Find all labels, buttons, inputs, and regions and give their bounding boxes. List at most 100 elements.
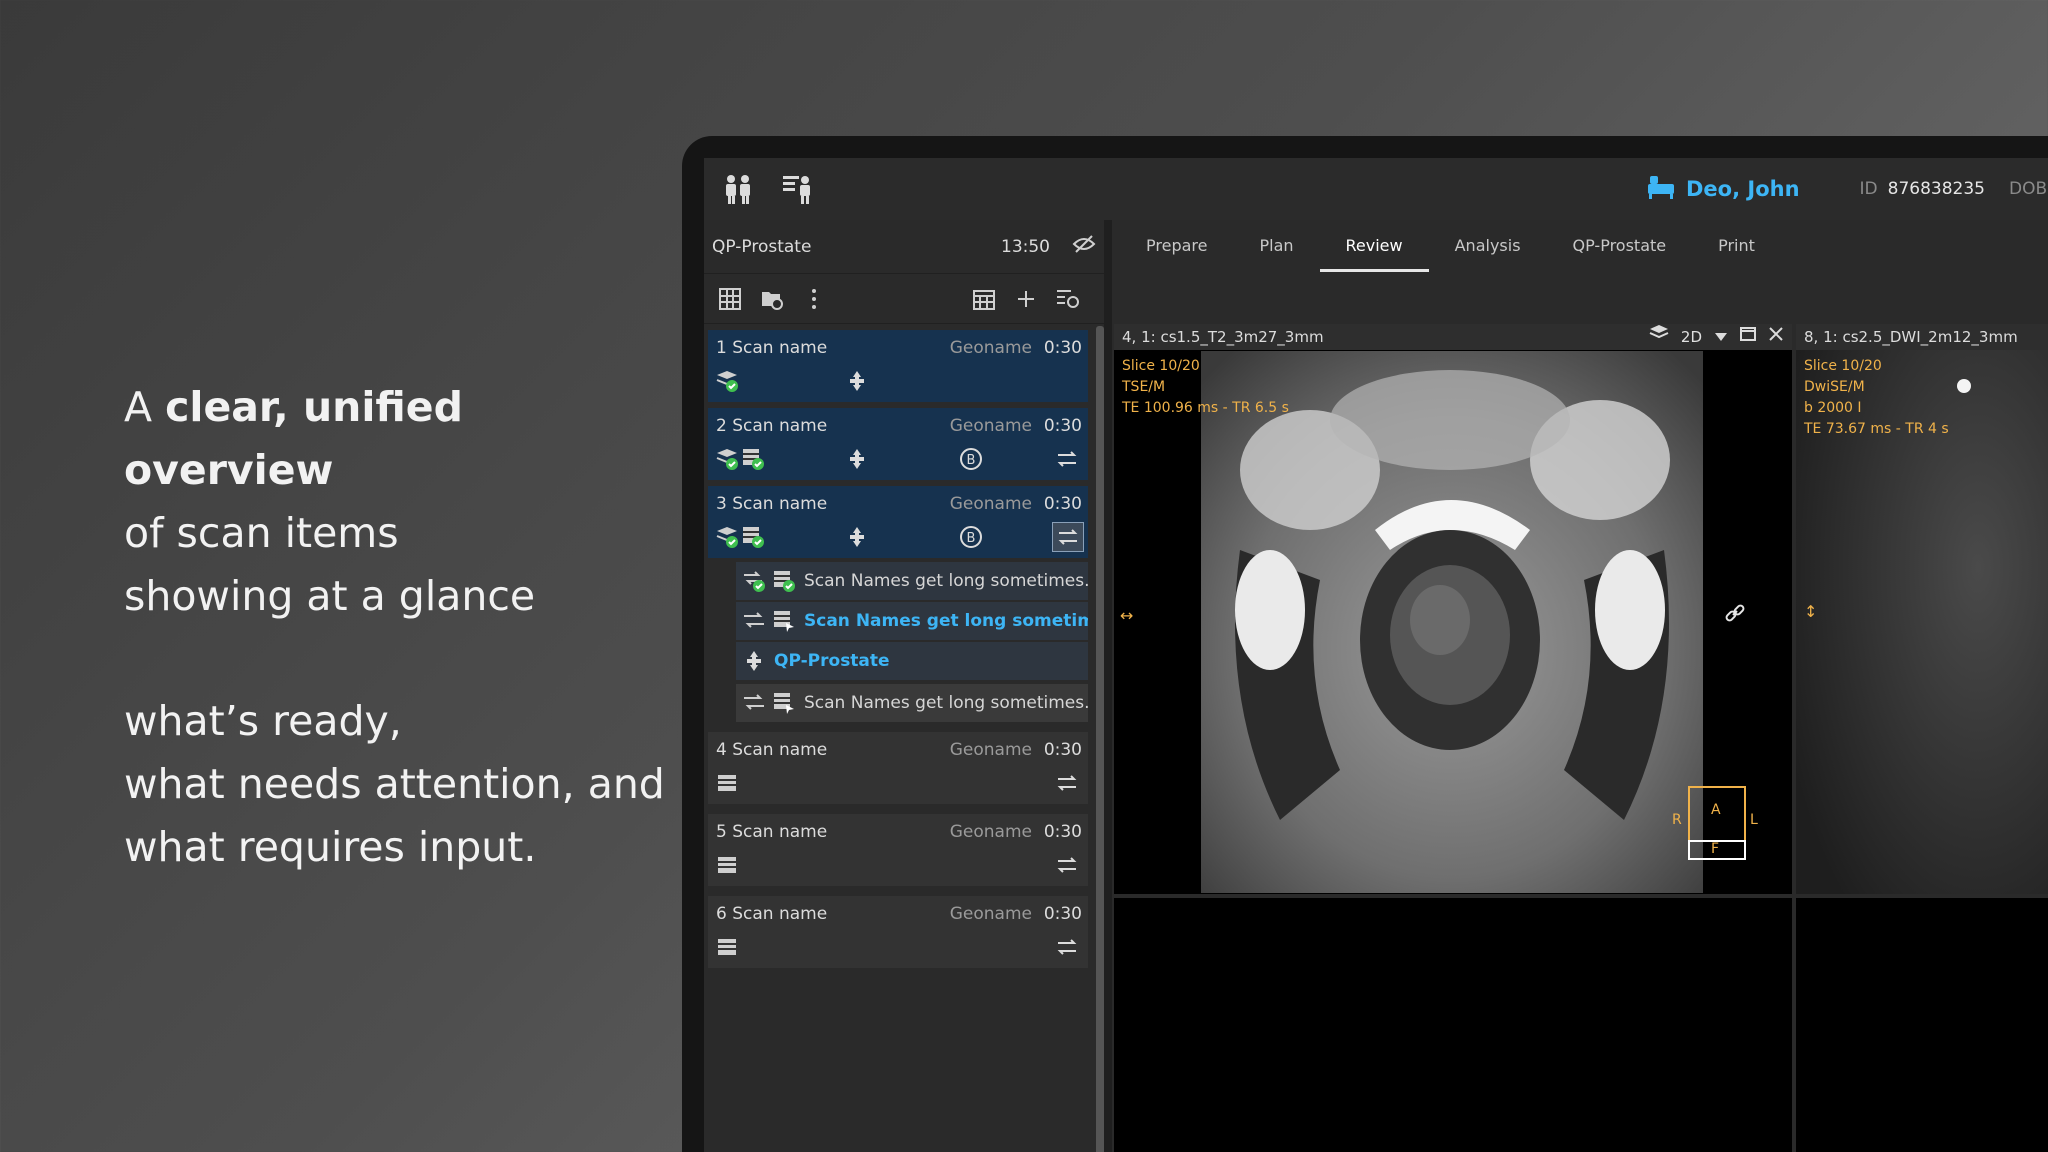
overlay-line: Slice 10/20 [1804, 358, 1882, 374]
scan-item-6[interactable]: 6 Scan name Geoname 0:30 [708, 896, 1088, 968]
link-icon[interactable] [1724, 602, 1746, 628]
queue-settings-icon[interactable] [1052, 283, 1084, 315]
patient-list-icon[interactable] [778, 169, 818, 209]
app-screen: Deo, John ID 876838235 DOB 1 QP-Prostate… [704, 158, 2048, 1152]
empty-viewport-4[interactable] [1794, 896, 2048, 1152]
overlay-line: Slice 10/20 [1122, 358, 1200, 374]
tab-review[interactable]: Review [1319, 220, 1429, 272]
workflow-tabs: Prepare Plan Review Analysis QP-Prostate… [1112, 220, 2048, 272]
tab-analysis[interactable]: Analysis [1429, 220, 1547, 272]
orient-l: L [1750, 812, 1758, 828]
chevron-down-icon[interactable] [1714, 324, 1728, 350]
layers-icon[interactable] [1649, 324, 1669, 350]
tab-prepare[interactable]: Prepare [1120, 220, 1233, 272]
scan-duration: 0:30 [1043, 494, 1082, 514]
device-frame: Deo, John ID 876838235 DOB 1 QP-Prostate… [682, 136, 2048, 1152]
scan-item-3[interactable]: 3 Scan name Geoname 0:30 B [708, 486, 1088, 558]
patient-name[interactable]: Deo, John [1686, 177, 1800, 201]
patient-info: Deo, John ID 876838235 DOB 1 [1646, 158, 2048, 220]
orient-f: F [1711, 841, 1720, 857]
sub-item-label: Scan Names get long sometimes... [804, 571, 1088, 591]
top-bar: Deo, John ID 876838235 DOB 1 [704, 158, 2048, 220]
stack-ready-icon [714, 446, 740, 472]
stack-ready-icon [714, 368, 740, 394]
scan-item-4[interactable]: 4 Scan name Geoname 0:30 [708, 732, 1088, 804]
image-overlay-text: Slice 10/20 DwiSE/M b 2000 I TE 73.67 ms… [1804, 356, 1949, 440]
scan-geo: Geoname [949, 416, 1032, 436]
folder-settings-icon[interactable] [756, 283, 788, 315]
exam-time: 13:50 [1001, 236, 1050, 257]
body-line1: what’s ready, [124, 697, 402, 745]
image-viewport-1[interactable]: 4, 1: cs1.5_T2_3m27_3mm 2D Slice 10/20 T… [1112, 322, 1794, 896]
review-toolbar-area [1112, 272, 2048, 322]
scan-duration: 0:30 [1043, 338, 1082, 358]
sync-arrows-icon[interactable] [1054, 770, 1080, 796]
scan-geo: Geoname [949, 494, 1032, 514]
scan-item-5[interactable]: 5 Scan name Geoname 0:30 [708, 814, 1088, 886]
eye-off-icon[interactable] [1072, 234, 1096, 259]
b-circle-icon: B [958, 524, 984, 550]
patient-id-label: ID [1859, 179, 1878, 199]
scan-queue-panel: QP-Prostate 13:50 1 Scan name Geoname 0:… [704, 220, 1104, 1152]
overlay-line: TSE/M [1122, 379, 1166, 395]
sub-item-label: Scan Names get long sometimes... [804, 693, 1088, 713]
plan-icon [844, 524, 870, 550]
maximize-icon[interactable] [1740, 324, 1756, 350]
scan-duration: 0:30 [1043, 822, 1082, 842]
sub-item-2[interactable]: Scan Names get long sometimes [736, 602, 1088, 640]
qp-prostate-icon [742, 649, 766, 673]
scan-name: 3 Scan name [716, 494, 828, 514]
plan-icon [844, 446, 870, 472]
sync-icon [742, 609, 766, 633]
series-title: 8, 1: cs2.5_DWI_2m12_3mm [1804, 328, 2018, 346]
headline-line2: of scan items [124, 509, 399, 557]
sync-arrows-icon[interactable] [1052, 522, 1084, 552]
tab-qp-prostate[interactable]: QP-Prostate [1547, 220, 1693, 272]
tab-plan[interactable]: Plan [1233, 220, 1319, 272]
sync-arrows-icon[interactable] [1054, 446, 1080, 472]
headline-bold: clear, unified overview [124, 383, 463, 494]
add-icon[interactable] [1010, 283, 1042, 315]
patient-id-value: 876838235 [1887, 179, 1985, 199]
scan-item-1[interactable]: 1 Scan name Geoname 0:30 [708, 330, 1088, 402]
scan-name: 2 Scan name [716, 416, 828, 436]
image-overlay-text: Slice 10/20 TSE/M TE 100.96 ms - TR 6.5 … [1122, 356, 1289, 419]
scan-item-2[interactable]: 2 Scan name Geoname 0:30 B [708, 408, 1088, 480]
stack-ready-icon [714, 524, 740, 550]
series-icon [714, 852, 740, 878]
grid-view-icon[interactable] [714, 283, 746, 315]
queue-scrollbar[interactable] [1096, 326, 1104, 1152]
series-icon [714, 934, 740, 960]
horizontal-resize-icon[interactable]: ↔ [1120, 606, 1133, 625]
marketing-text: A clear, unified overview of scan items … [124, 376, 684, 879]
b-circle-icon: B [958, 446, 984, 472]
more-menu-icon[interactable] [798, 283, 830, 315]
tab-print[interactable]: Print [1692, 220, 1781, 272]
scan-name: 4 Scan name [716, 740, 828, 760]
calendar-grid-icon[interactable] [968, 283, 1000, 315]
sync-arrows-icon[interactable] [1054, 934, 1080, 960]
svg-text:B: B [967, 453, 976, 468]
view-mode[interactable]: 2D [1681, 324, 1702, 350]
empty-viewport-3[interactable] [1112, 896, 1794, 1152]
patients-icon[interactable] [718, 169, 758, 209]
sync-arrows-icon[interactable] [1054, 852, 1080, 878]
exam-title: QP-Prostate [712, 236, 812, 257]
sub-item-3[interactable]: QP-Prostate [736, 642, 1088, 680]
queue-toolbar [704, 274, 1104, 324]
scan-name: 5 Scan name [716, 822, 828, 842]
close-icon[interactable] [1768, 324, 1784, 350]
viewport-header: 4, 1: cs1.5_T2_3m27_3mm 2D [1114, 324, 1792, 350]
orientation-cube: A F R L [1672, 786, 1758, 862]
vertical-resize-icon[interactable]: ↕ [1804, 602, 1817, 621]
image-viewport-2[interactable]: 8, 1: cs2.5_DWI_2m12_3mm Slice 10/20 Dwi… [1794, 322, 2048, 896]
svg-text:B: B [967, 531, 976, 546]
exam-header: QP-Prostate 13:50 [704, 220, 1104, 274]
series-running-icon [772, 691, 796, 715]
sub-item-label: Scan Names get long sometimes [804, 611, 1088, 631]
sub-item-4[interactable]: Scan Names get long sometimes... [736, 684, 1088, 722]
series-icon [714, 770, 740, 796]
series-running-icon [772, 609, 796, 633]
scan-duration: 0:30 [1043, 740, 1082, 760]
sub-item-1[interactable]: Scan Names get long sometimes... [736, 562, 1088, 600]
